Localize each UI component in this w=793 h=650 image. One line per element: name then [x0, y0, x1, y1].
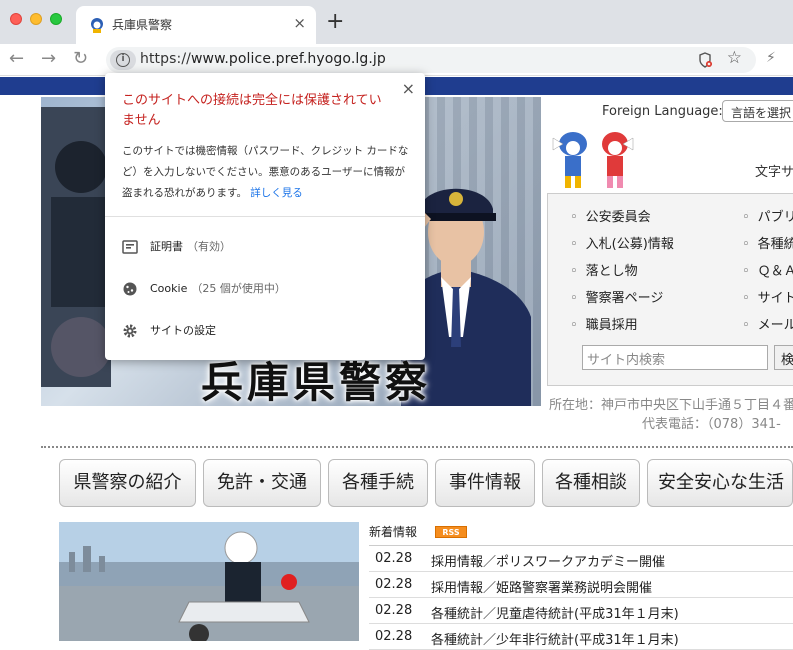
- quicklink-recruitment[interactable]: 職員採用: [570, 314, 638, 333]
- nav-button-safety[interactable]: 安全安心な生活: [647, 459, 793, 507]
- forward-arrow-icon[interactable]: →: [41, 48, 56, 69]
- news-row[interactable]: 02.28 採用情報／ポリスワークアカデミー開催: [369, 546, 793, 572]
- minimize-window-button[interactable]: [30, 13, 42, 25]
- url-host: www.police.pref.hyogo.lg.jp: [190, 51, 386, 67]
- tab-title: 兵庫県警察: [112, 18, 173, 32]
- quicklink-bidding[interactable]: 入札(公募)情報: [570, 233, 674, 252]
- news-motorcycle-officer-photo: [59, 522, 359, 641]
- url-text[interactable]: https://www.police.pref.hyogo.lg.jp: [140, 51, 386, 67]
- address-bar[interactable]: i https://www.police.pref.hyogo.lg.jp ☆: [106, 47, 756, 73]
- quicklink-mail[interactable]: メール: [742, 314, 793, 333]
- info-icon: i: [116, 53, 130, 67]
- gear-icon: [123, 324, 137, 338]
- quicklink-sitemap[interactable]: サイト: [742, 287, 793, 306]
- certificate-label: 証明書: [150, 240, 183, 253]
- news-row[interactable]: 02.28 各種統計／児童虐待統計(平成31年１月末): [369, 598, 793, 624]
- browser-toolbar: ← → ↻ i https://www.police.pref.hyogo.lg…: [0, 44, 793, 76]
- nav-button-license-traffic[interactable]: 免許・交通: [203, 459, 321, 507]
- certificate-item[interactable]: 証明書 （有効）: [122, 238, 231, 255]
- hero-motorcycle-officer-image: [41, 107, 111, 387]
- maximize-window-button[interactable]: [50, 13, 62, 25]
- section-divider: [41, 446, 793, 448]
- quicklink-public-safety[interactable]: 公安委員会: [570, 206, 651, 225]
- address-text: 所在地：神戸市中央区下山手通５丁目４番: [549, 398, 793, 413]
- site-info-button[interactable]: i: [110, 50, 136, 70]
- certificate-status: （有効）: [187, 240, 231, 253]
- news-row[interactable]: 02.28 採用情報／姫路警察署業務説明会開催: [369, 572, 793, 598]
- site-search-input[interactable]: サイト内検索: [582, 345, 768, 370]
- text-size-label: 文字サ: [755, 165, 793, 180]
- mascot-favicon-icon: [91, 18, 103, 33]
- news-heading: 新着情報: [369, 525, 418, 539]
- popup-divider: [105, 216, 425, 217]
- cookie-icon: [123, 282, 137, 296]
- nav-button-about[interactable]: 県警察の紹介: [59, 459, 196, 507]
- rss-feed-icon[interactable]: RSS: [435, 526, 467, 538]
- certificate-icon: [122, 240, 138, 254]
- quicklink-statistics[interactable]: 各種統: [742, 233, 793, 252]
- foreign-language-label: Foreign Language:: [602, 104, 723, 119]
- phone-text: 代表電話：（078）341-: [642, 417, 781, 432]
- quicklink-police-stations[interactable]: 警察署ページ: [570, 287, 664, 306]
- tab-close-icon[interactable]: ×: [293, 14, 306, 32]
- reload-icon[interactable]: ↻: [73, 48, 88, 69]
- quicklink-lost-items[interactable]: 落とし物: [570, 260, 638, 279]
- site-search-button[interactable]: 検: [774, 345, 793, 370]
- news-date: 02.28: [375, 603, 413, 618]
- news-date: 02.28: [375, 551, 413, 566]
- connection-security-popup: × このサイトへの接続は完全には保護されていません このサイトでは機密情報（パス…: [105, 73, 425, 360]
- news-date: 02.28: [375, 577, 413, 592]
- nav-button-incidents[interactable]: 事件情報: [435, 459, 535, 507]
- news-title[interactable]: 各種統計／児童虐待統計(平成31年１月末): [431, 603, 679, 622]
- nav-button-consultation[interactable]: 各種相談: [542, 459, 640, 507]
- cookie-status: （25 個が使用中）: [191, 282, 286, 295]
- news-row[interactable]: 02.28 各種統計／少年非行統計(平成31年１月末): [369, 624, 793, 650]
- popup-close-icon[interactable]: ×: [402, 79, 415, 98]
- tab-strip: 兵庫県警察 × +: [0, 0, 793, 44]
- popup-warning-title: このサイトへの接続は完全には保護されていません: [122, 93, 382, 128]
- cookie-label: Cookie: [150, 282, 188, 295]
- quicklink-faq[interactable]: Ｑ＆Ａ: [742, 260, 793, 279]
- cookie-item[interactable]: Cookie （25 個が使用中）: [122, 280, 286, 297]
- close-window-button[interactable]: [10, 13, 22, 25]
- active-tab[interactable]: 兵庫県警察 ×: [76, 6, 316, 44]
- quicklink-public-comment[interactable]: パブリ: [742, 206, 793, 225]
- news-list: 02.28 採用情報／ポリスワークアカデミー開催 02.28 採用情報／姫路警察…: [369, 545, 793, 650]
- nav-button-procedures[interactable]: 各種手続: [328, 459, 428, 507]
- bookmark-star-icon[interactable]: ☆: [727, 48, 742, 68]
- learn-more-link[interactable]: 詳しく見る: [250, 187, 303, 199]
- news-date: 02.28: [375, 629, 413, 644]
- blocked-content-shield-icon[interactable]: [698, 52, 712, 68]
- mascot-characters-image: [552, 132, 634, 188]
- site-settings-label: サイトの設定: [150, 324, 216, 337]
- url-scheme: https://: [140, 51, 191, 67]
- news-title[interactable]: 採用情報／ポリスワークアカデミー開催: [431, 551, 665, 570]
- news-title[interactable]: 採用情報／姫路警察署業務説明会開催: [431, 577, 652, 596]
- new-tab-button[interactable]: +: [326, 9, 344, 35]
- back-arrow-icon[interactable]: ←: [9, 48, 24, 69]
- site-settings-item[interactable]: サイトの設定: [122, 322, 216, 339]
- extension-bolt-icon[interactable]: ⚡: [766, 50, 776, 66]
- language-select[interactable]: 言語を選択: [722, 100, 793, 122]
- news-title[interactable]: 各種統計／少年非行統計(平成31年１月末): [431, 629, 679, 648]
- quick-links-panel: 公安委員会 入札(公募)情報 落とし物 警察署ページ 職員採用 パブリ 各種統 …: [547, 193, 793, 386]
- popup-description: このサイトでは機密情報（パスワード、クレジット カードなど）を入力しないでくださ…: [122, 141, 412, 204]
